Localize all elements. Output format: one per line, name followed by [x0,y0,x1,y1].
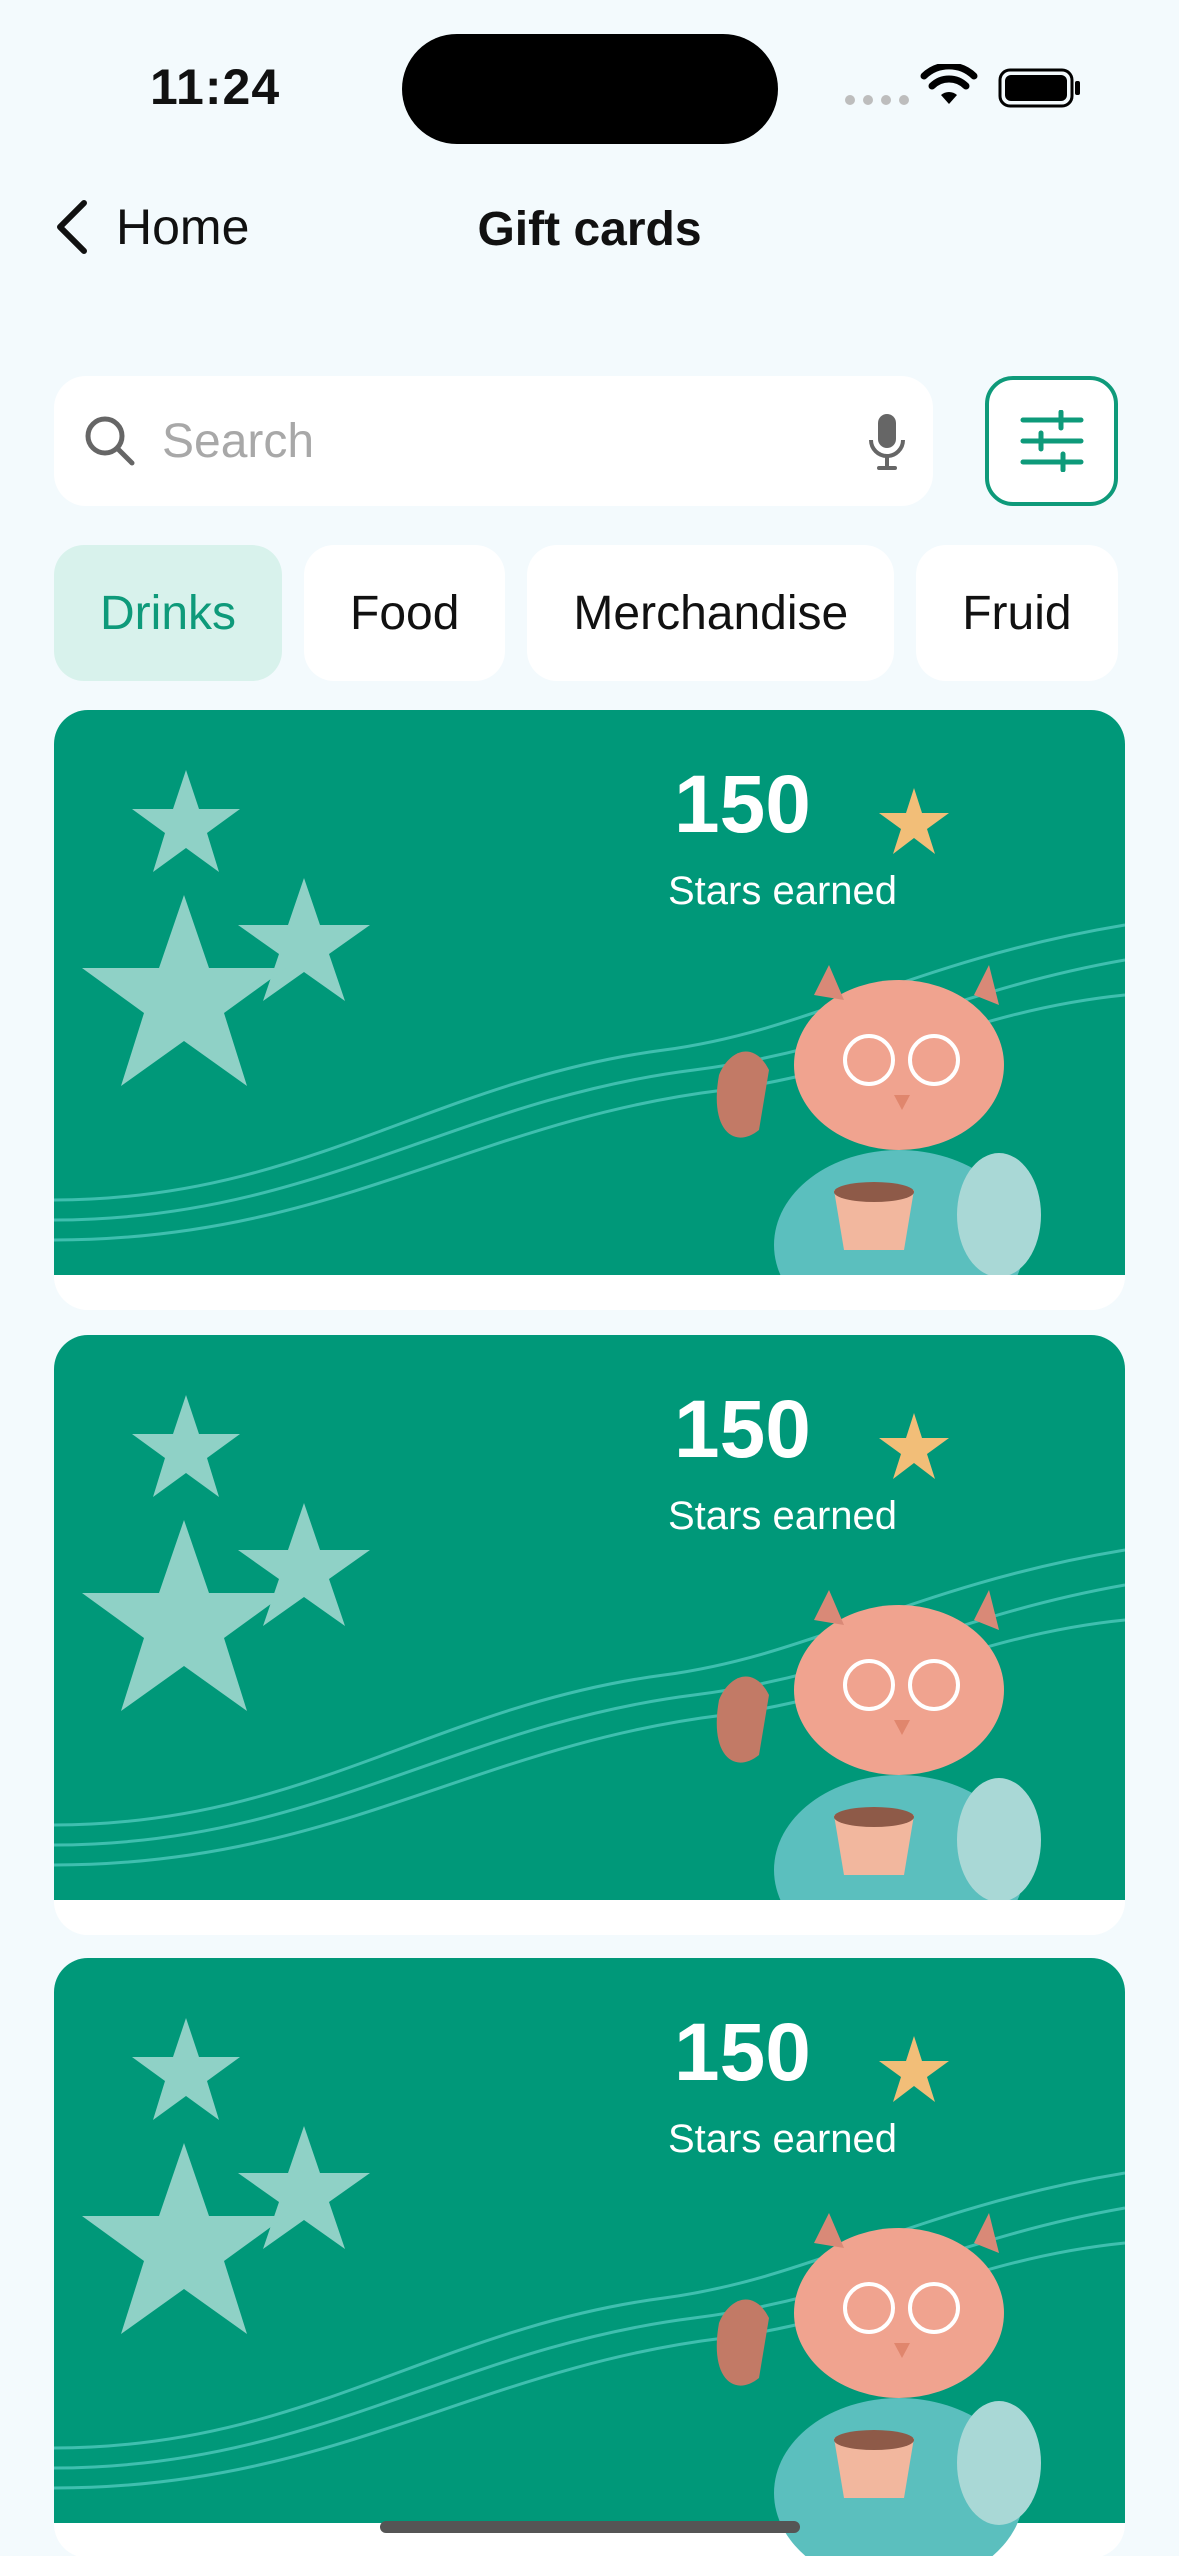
stars-count: 150 [674,2007,811,2098]
gift-card[interactable]: 150 Stars earned [54,710,1125,1310]
stars-caption: Stars earned [668,2117,897,2161]
stars-count: 150 [674,759,811,850]
stars-count: 150 [674,1384,811,1475]
page-title: Gift cards [477,203,702,256]
filter-button[interactable] [985,376,1118,506]
cellular-signal-icon [845,95,909,105]
search-input[interactable] [162,413,782,469]
wifi-icon [920,64,978,104]
gift-card[interactable]: 150 Stars earned [54,1958,1125,2556]
chip-merchandise[interactable]: Merchandise [527,545,895,681]
gift-card-artwork: 150 Stars earned [54,1958,1125,2556]
status-time: 11:24 [150,59,281,115]
chip-drinks[interactable]: Drinks [54,545,283,681]
chip-food[interactable]: Food [304,545,506,681]
search-icon [85,416,135,466]
category-chips: Drinks Food Merchandise Fruid [54,545,1124,681]
microphone-icon[interactable] [867,412,907,472]
search-bar[interactable] [54,376,933,506]
stars-caption: Stars earned [668,869,897,913]
stars-caption: Stars earned [668,1494,897,1538]
gift-card-artwork: 150 Stars earned [54,710,1125,1310]
home-indicator[interactable] [380,2521,800,2533]
battery-icon [998,68,1080,108]
chip-fruid[interactable]: Fruid [916,545,1118,681]
screen: 11:24 Home Gift cards Search Drinks Food… [0,0,1179,2556]
dynamic-island [402,34,778,144]
sliders-icon [1020,410,1083,472]
gift-card[interactable]: 150 Stars earned [54,1335,1125,1935]
gift-card-artwork: 150 Stars earned [54,1335,1125,1935]
